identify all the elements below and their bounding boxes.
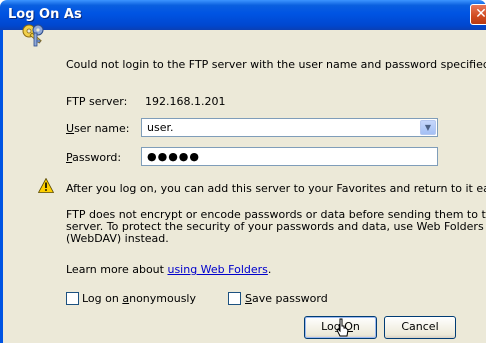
anonymous-label[interactable]: Log on anonymously <box>82 292 196 305</box>
ftp-server-label: FTP server: <box>66 95 128 108</box>
log-on-label-post: n <box>352 320 360 333</box>
close-button[interactable]: ✕ <box>470 4 486 25</box>
user-name-label-rest: ser name: <box>74 122 130 135</box>
dropdown-arrow-icon[interactable]: ▼ <box>420 120 436 135</box>
error-message: Could not login to the FTP server with t… <box>66 58 486 71</box>
user-name-combobox[interactable]: user. ▼ <box>141 118 438 137</box>
save-password-label-post: ave password <box>251 292 328 305</box>
learn-more-suffix: . <box>267 263 272 276</box>
keys-icon <box>22 24 44 47</box>
ftp-server-value: 192.168.1.201 <box>145 95 226 108</box>
anonymous-checkbox[interactable] <box>66 292 79 305</box>
password-label-rest: assword: <box>72 151 122 164</box>
user-name-accel: U <box>66 122 75 135</box>
password-value: ●●●●● <box>147 150 200 163</box>
save-password-accel: S <box>245 292 252 305</box>
warning-line-3: (WebDAV) instead. <box>66 232 169 245</box>
save-password-label[interactable]: Save password <box>245 292 328 305</box>
web-folders-link[interactable]: using Web Folders <box>167 263 267 276</box>
password-field[interactable]: ●●●●● <box>141 147 438 166</box>
anonymous-label-post: nonymously <box>129 292 196 305</box>
learn-more-text: Learn more about using Web Folders. <box>66 263 271 276</box>
user-name-label: User name: <box>66 122 129 135</box>
mouse-cursor-icon <box>336 318 349 337</box>
warning-icon <box>38 178 54 193</box>
anonymous-label-pre: Log on <box>82 292 123 305</box>
learn-more-prefix: Learn more about <box>66 263 168 276</box>
title-bar[interactable]: Log On As ✕ <box>0 0 486 30</box>
user-name-value: user. <box>147 121 174 134</box>
close-icon: ✕ <box>475 6 486 22</box>
info-text: After you log on, you can add this serve… <box>66 182 486 195</box>
window-title: Log On As <box>8 7 82 22</box>
save-password-checkbox[interactable] <box>228 292 241 305</box>
cancel-button[interactable]: Cancel <box>384 316 456 339</box>
password-label: Password: <box>66 151 121 164</box>
